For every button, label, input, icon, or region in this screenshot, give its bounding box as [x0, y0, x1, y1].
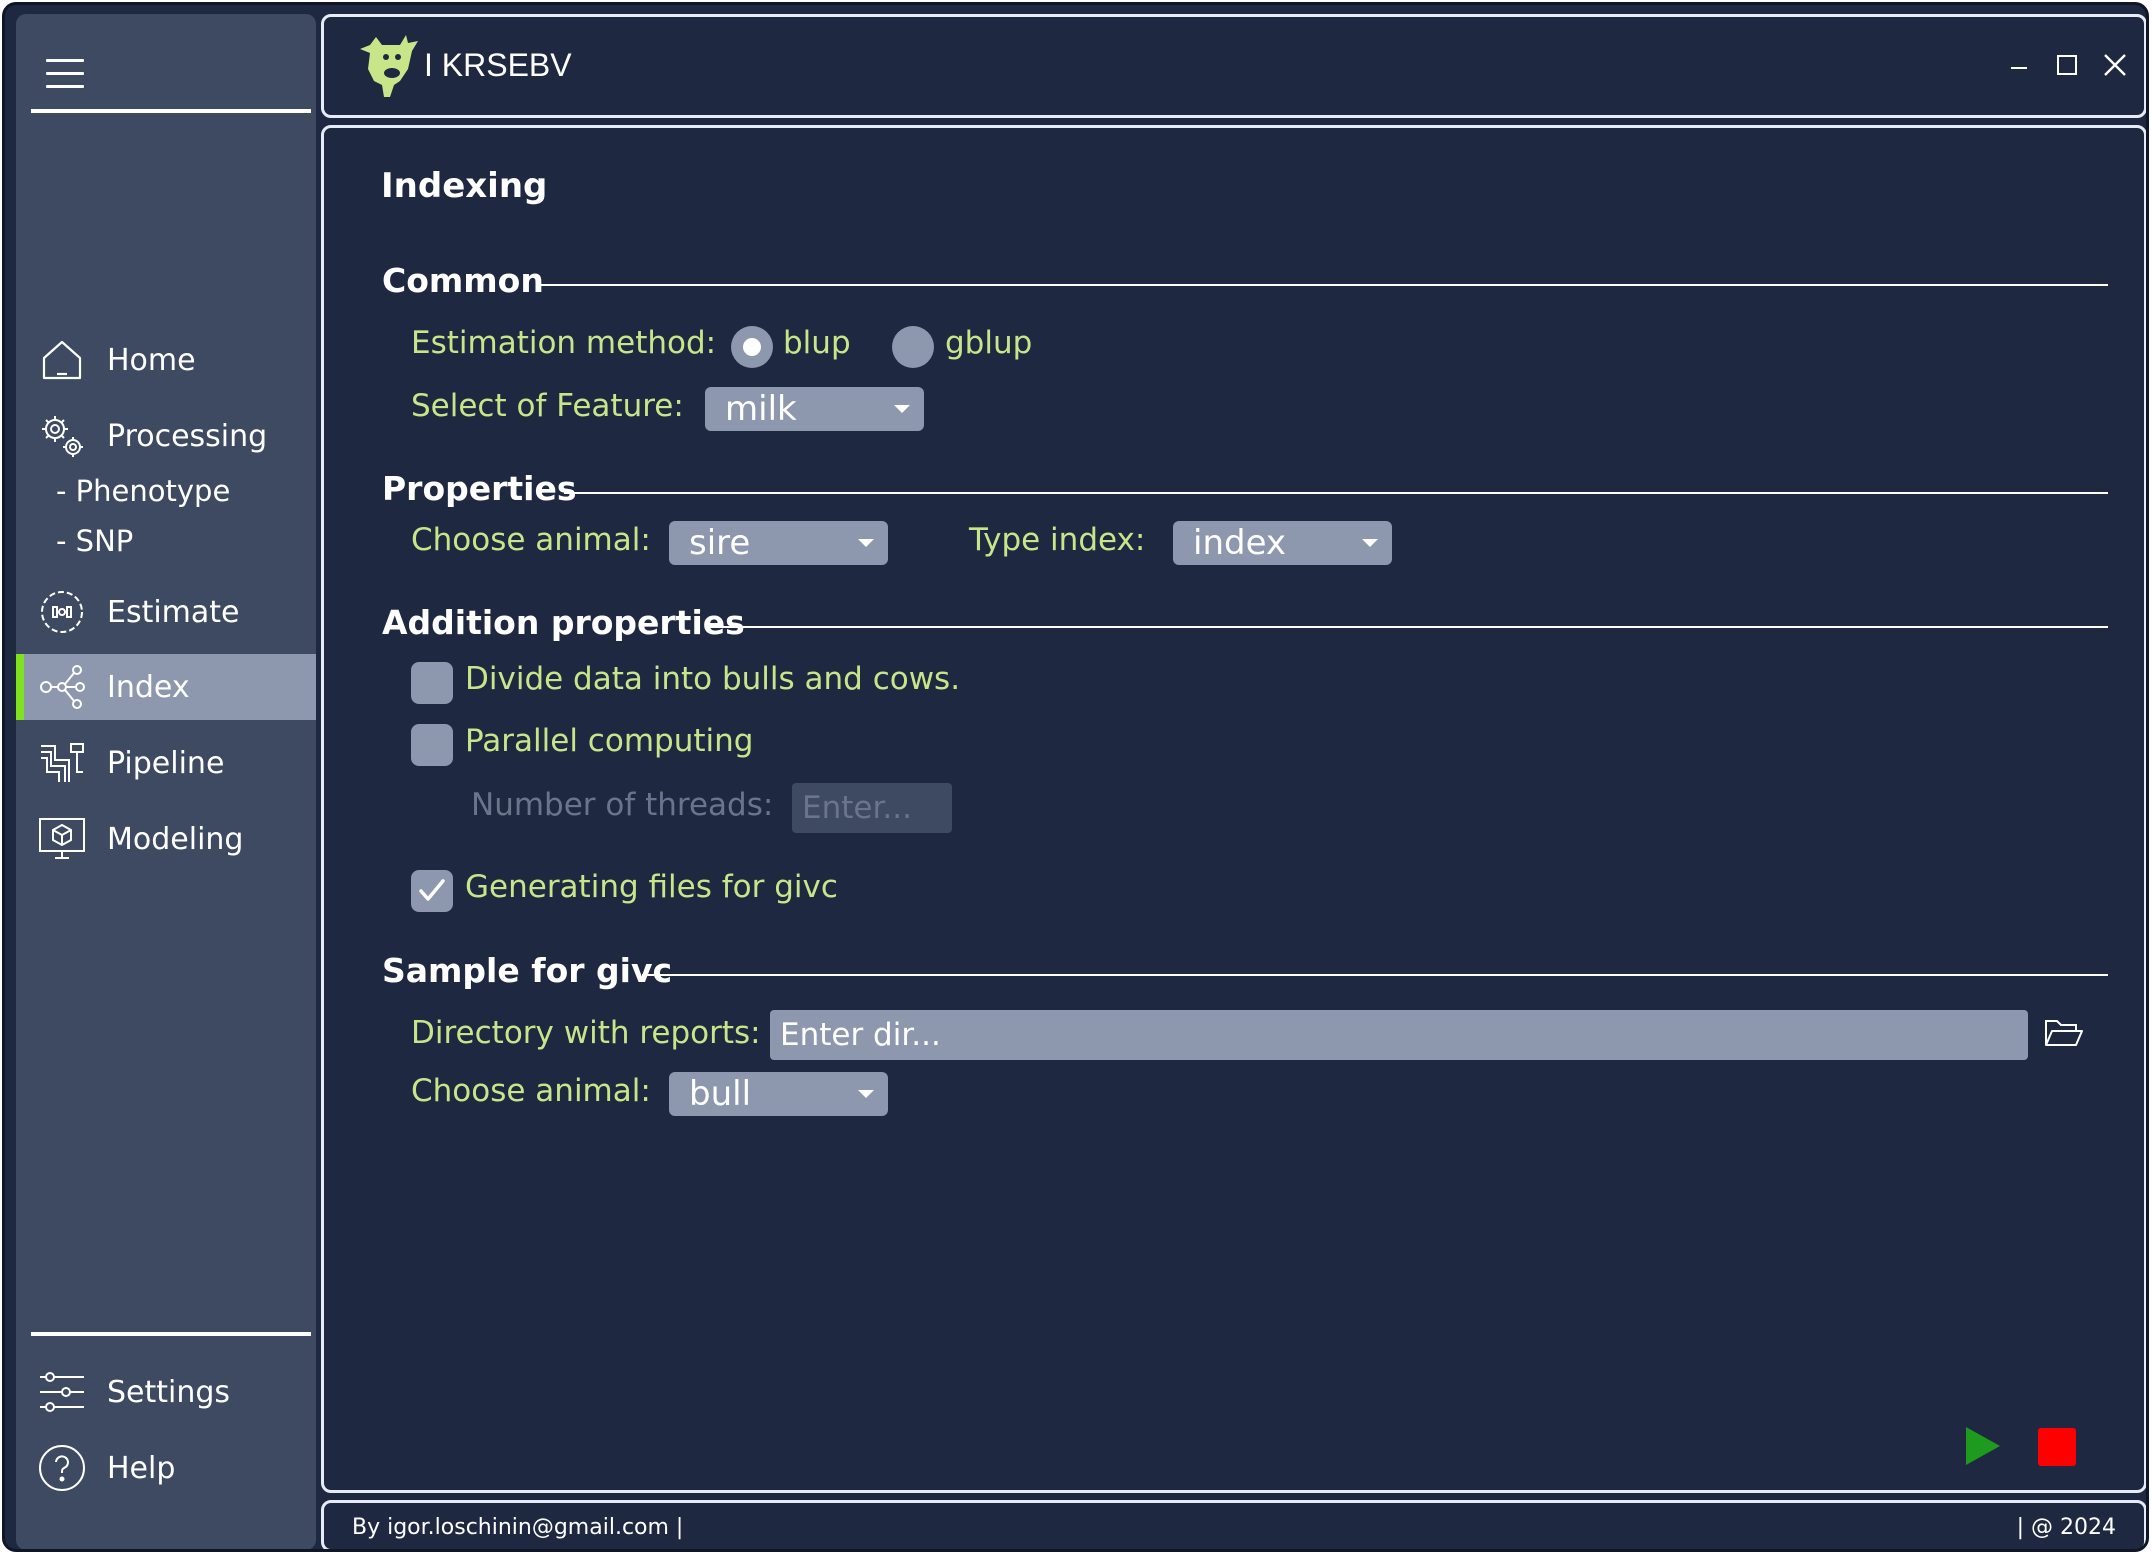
pipeline-icon [36, 737, 88, 789]
radio-blup-label[interactable]: blup [783, 325, 851, 361]
main-panel: Indexing Common Estimation method: blup … [321, 125, 2146, 1493]
sidebar-divider-top [31, 109, 311, 113]
estimation-method-label: Estimation method: [411, 325, 717, 361]
play-icon[interactable] [1964, 1425, 2002, 1471]
folder-open-icon[interactable] [2043, 1015, 2083, 1051]
type-index-select-value: index [1193, 523, 1287, 563]
sliders-icon [36, 1366, 88, 1418]
radio-gblup-label[interactable]: gblup [945, 325, 1032, 361]
givc-files-checkbox[interactable] [411, 870, 453, 912]
animal-select-value: sire [689, 523, 751, 563]
gears-icon [36, 410, 88, 462]
minimize-icon[interactable] [1999, 45, 2039, 85]
divide-data-checkbox[interactable] [411, 662, 453, 704]
author-text: By igor.loschinin@gmail.com | [352, 1515, 684, 1540]
cow-logo-icon [356, 29, 422, 101]
givc-files-label[interactable]: Generating files for givc [465, 869, 838, 905]
sidebar-item-settings[interactable]: Settings [16, 1359, 316, 1425]
type-index-label: Type index: [969, 522, 1146, 558]
maximize-icon[interactable] [2047, 45, 2087, 85]
hamburger-menu-icon[interactable] [46, 59, 84, 91]
sidebar-item-home[interactable]: Home [16, 327, 316, 393]
sidebar-item-label: Help [107, 1450, 176, 1486]
section-divider [538, 284, 2108, 286]
chevron-down-icon [1362, 539, 1378, 547]
app-window: Home Processing - Phenotype - SNP Estima… [2, 2, 2149, 1552]
sidebar-item-estimate[interactable]: Estimate [16, 579, 316, 645]
sidebar-item-label: Processing [107, 418, 268, 454]
title-bar: I KRSEBV [321, 14, 2146, 118]
sidebar: Home Processing - Phenotype - SNP Estima… [16, 14, 316, 1549]
section-title-sample: Sample for givc [382, 951, 673, 990]
sidebar-item-processing[interactable]: Processing [16, 403, 316, 469]
parallel-computing-label[interactable]: Parallel computing [465, 723, 753, 759]
chevron-down-icon [858, 1090, 874, 1098]
sidebar-item-label: Estimate [107, 594, 240, 630]
sidebar-divider-bottom [31, 1332, 311, 1336]
section-divider [709, 626, 2108, 628]
sample-animal-select-value: bull [689, 1074, 752, 1114]
sidebar-item-label: Index [107, 669, 190, 705]
section-title-properties: Properties [382, 469, 577, 508]
sidebar-item-modeling[interactable]: Modeling [16, 806, 316, 872]
threads-label: Number of threads: [471, 787, 774, 823]
feature-label: Select of Feature: [411, 388, 684, 424]
sidebar-item-label: Modeling [107, 821, 244, 857]
checkmark-icon [419, 879, 445, 901]
copyright-text: | @ 2024 [2016, 1515, 2116, 1540]
section-divider [642, 974, 2108, 976]
choose-animal-label: Choose animal: [411, 522, 651, 558]
home-icon [36, 334, 88, 386]
close-icon[interactable] [2095, 45, 2135, 85]
sidebar-item-pipeline[interactable]: Pipeline [16, 730, 316, 796]
sidebar-item-label: Pipeline [107, 745, 225, 781]
stop-icon[interactable] [2038, 1428, 2076, 1470]
chevron-down-icon [858, 539, 874, 547]
page-title: Indexing [381, 166, 548, 206]
feature-select-value: milk [725, 389, 797, 429]
threads-input[interactable]: Enter... [792, 783, 952, 833]
type-index-select[interactable]: index [1173, 521, 1392, 565]
status-bar: By igor.loschinin@gmail.com | | @ 2024 [321, 1500, 2146, 1549]
help-icon [36, 1442, 88, 1494]
parallel-computing-checkbox[interactable] [411, 724, 453, 766]
directory-input[interactable]: Enter dir... [770, 1010, 2028, 1060]
feature-select[interactable]: milk [705, 387, 924, 431]
chevron-down-icon [894, 405, 910, 413]
animal-select[interactable]: sire [669, 521, 888, 565]
network-icon [36, 661, 88, 713]
sidebar-item-help[interactable]: Help [16, 1435, 316, 1501]
sidebar-item-label: Home [107, 342, 196, 378]
estimate-icon [36, 586, 88, 638]
sample-animal-select[interactable]: bull [669, 1072, 888, 1116]
sidebar-item-index[interactable]: Index [16, 654, 316, 720]
modeling-icon [36, 813, 88, 865]
sidebar-subitem-phenotype[interactable]: - Phenotype [56, 474, 230, 508]
app-title: I KRSEBV [424, 47, 572, 83]
section-divider [564, 492, 2108, 494]
directory-label: Directory with reports: [411, 1015, 761, 1051]
radio-gblup[interactable] [892, 326, 934, 368]
divide-data-label[interactable]: Divide data into bulls and cows. [465, 661, 960, 697]
section-title-common: Common [382, 261, 544, 300]
section-title-addition: Addition properties [382, 603, 745, 642]
radio-blup[interactable] [731, 326, 773, 368]
sample-animal-label: Choose animal: [411, 1073, 651, 1109]
sidebar-subitem-snp[interactable]: - SNP [56, 524, 133, 558]
sidebar-item-label: Settings [107, 1374, 231, 1410]
